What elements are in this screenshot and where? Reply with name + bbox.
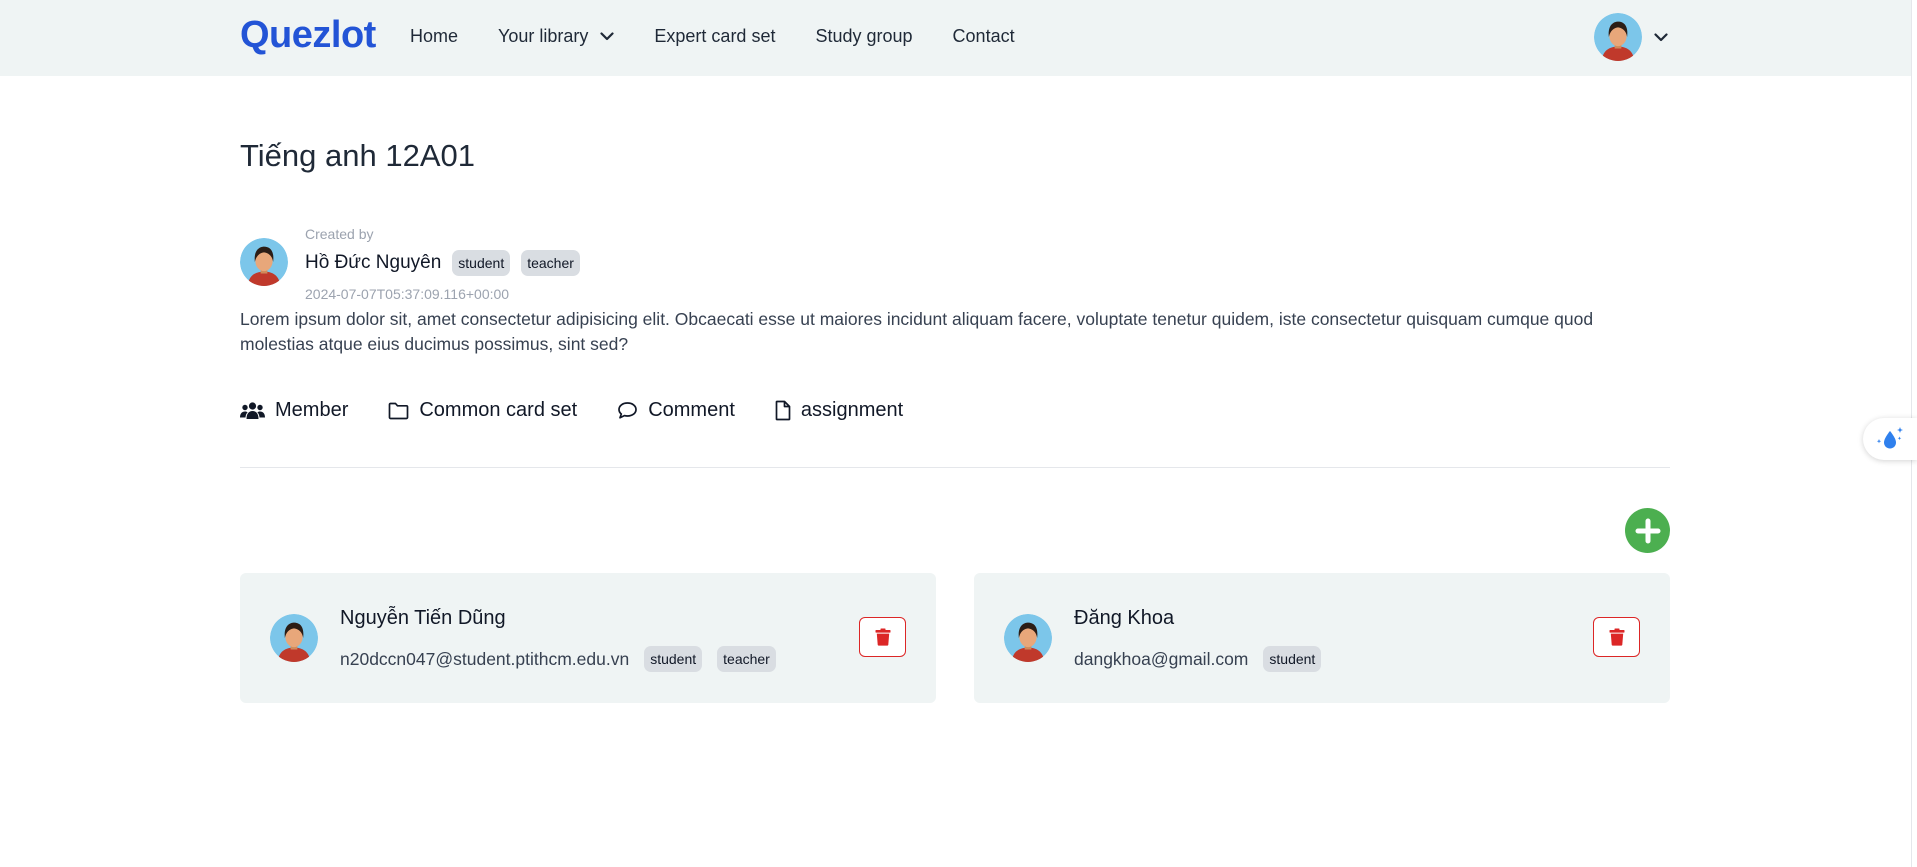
user-menu[interactable] — [1594, 13, 1668, 61]
floating-extension-button[interactable] — [1863, 418, 1917, 460]
tab-member[interactable]: Member — [240, 399, 348, 422]
page-title: Tiếng anh 12A01 — [240, 138, 475, 173]
member-name: Nguyễn Tiến Dũng — [340, 607, 506, 629]
divider — [240, 467, 1670, 468]
member-email: n20dccn047@student.ptithcm.edu.vn — [340, 648, 630, 669]
users-icon — [240, 401, 265, 419]
nav-your-library[interactable]: Your library — [498, 26, 615, 47]
delete-member-button[interactable] — [1593, 617, 1640, 657]
tab-assignment-label: assignment — [800, 399, 904, 421]
member-card: Đăng Khoa dangkhoa@gmail.com student — [974, 573, 1670, 703]
avatar — [1594, 13, 1642, 61]
role-badge: teacher — [521, 250, 580, 276]
trash-icon — [875, 628, 890, 646]
member-email: dangkhoa@gmail.com — [1074, 648, 1249, 669]
nav-home-label: Home — [410, 26, 459, 46]
member-card: Nguyễn Tiến Dũng n20dccn047@student.ptit… — [240, 573, 936, 703]
main-nav: Home Your library Expert card set Study … — [410, 26, 1055, 47]
tab-assignment[interactable]: assignment — [775, 399, 903, 422]
nav-study-group-label: Study group — [815, 26, 913, 46]
tab-member-label: Member — [275, 399, 349, 421]
plus-icon — [1635, 518, 1660, 543]
creator-row: Hồ Đức Nguyên student teacher — [305, 250, 591, 276]
avatar — [270, 614, 318, 662]
trash-icon — [1609, 628, 1624, 646]
nav-contact-label: Contact — [952, 26, 1015, 46]
group-tabs: Member Common card set Comment assignmen… — [240, 399, 943, 422]
nav-home[interactable]: Home — [410, 26, 458, 47]
avatar — [1004, 614, 1052, 662]
tab-comment[interactable]: Comment — [617, 399, 735, 422]
nav-expert-card-set-label: Expert card set — [654, 26, 776, 46]
chevron-down-icon — [1654, 32, 1668, 41]
tab-common-card-set-label: Common card set — [419, 399, 578, 421]
tab-common-card-set[interactable]: Common card set — [388, 399, 577, 422]
created-by-label: Created by — [305, 226, 374, 242]
nav-your-library-label: Your library — [498, 26, 589, 46]
file-icon — [775, 400, 791, 421]
folder-icon — [389, 402, 409, 419]
member-details: dangkhoa@gmail.com student — [1074, 646, 1336, 672]
role-badge: student — [644, 646, 703, 672]
creator-name: Hồ Đức Nguyên — [305, 252, 442, 273]
avatar — [240, 238, 288, 286]
nav-expert-card-set[interactable]: Expert card set — [654, 26, 775, 47]
group-description: Lorem ipsum dolor sit, amet consectetur … — [240, 309, 1594, 354]
brand-logo[interactable]: Quezlot — [240, 14, 376, 57]
top-navbar: Quezlot Home Your library Expert card se… — [0, 0, 1911, 76]
member-name: Đăng Khoa — [1074, 607, 1175, 629]
nav-study-group[interactable]: Study group — [815, 26, 912, 47]
role-badge: teacher — [717, 646, 776, 672]
comment-icon — [618, 402, 638, 419]
tab-comment-label: Comment — [648, 399, 735, 421]
chevron-down-icon — [600, 32, 615, 41]
add-member-button[interactable] — [1625, 508, 1670, 553]
delete-member-button[interactable] — [859, 617, 906, 657]
nav-contact[interactable]: Contact — [953, 26, 1015, 47]
role-badge: student — [452, 250, 511, 276]
role-badge: student — [1263, 646, 1322, 672]
member-details: n20dccn047@student.ptithcm.edu.vn studen… — [340, 646, 791, 672]
water-drop-icon — [1876, 427, 1903, 449]
created-at: 2024-07-07T05:37:09.116+00:00 — [305, 286, 510, 302]
